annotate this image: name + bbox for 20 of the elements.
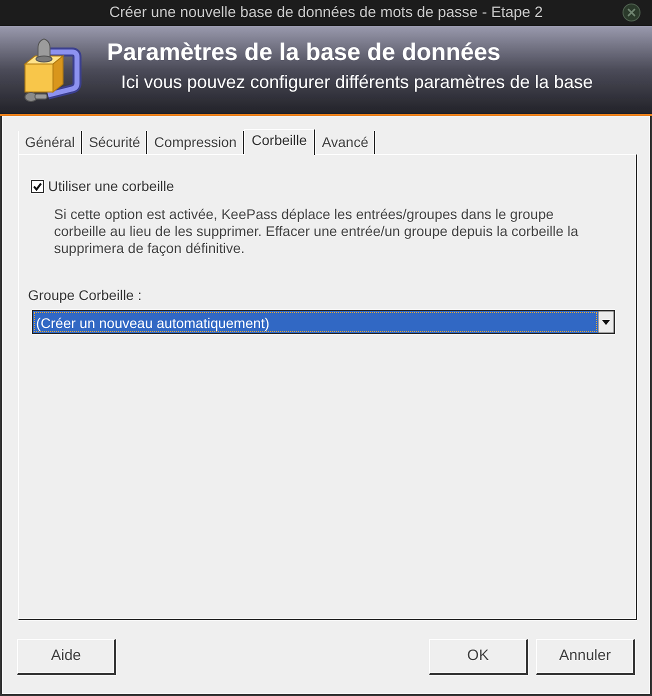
tab[interactable]: Compression — [147, 131, 244, 154]
tab[interactable]: Avancé — [314, 131, 376, 154]
tab[interactable]: Corbeille — [244, 129, 315, 155]
tab[interactable]: Général — [18, 131, 82, 154]
description-text: Si cette option est activée, KeePass déplace les entrées/groupes dans le groupe corbeille au lieu de les supprimer. Effacer une entrée/un groupe depuis la corbeille la supprimera de façon définitive. — [54, 206, 580, 257]
window-title: Créer une nouvelle base de données de mots de passe - Etape 2 — [109, 2, 543, 23]
tab[interactable]: Sécurité — [82, 131, 148, 154]
dialog-button[interactable]: Aide — [17, 639, 116, 675]
caret-icon[interactable] — [598, 311, 614, 333]
dialog-button[interactable]: OK — [429, 639, 528, 675]
header-subtitle: Ici vous pouvez configurer différents paramètres de la base — [121, 71, 593, 93]
group-dropdown[interactable]: (Créer un nouveau automatiquement) — [32, 310, 615, 334]
close-icon — [622, 3, 641, 22]
header-title: Paramètres de la base de données — [107, 39, 502, 67]
group-label: Groupe Corbeille : — [28, 287, 142, 304]
checkbox[interactable] — [31, 180, 44, 192]
box-with-clamp-icon — [22, 37, 82, 103]
checkbox-label[interactable]: Utiliser une corbeille — [48, 177, 174, 195]
close-button[interactable] — [622, 3, 641, 22]
dialog-button[interactable]: Annuler — [536, 639, 635, 675]
